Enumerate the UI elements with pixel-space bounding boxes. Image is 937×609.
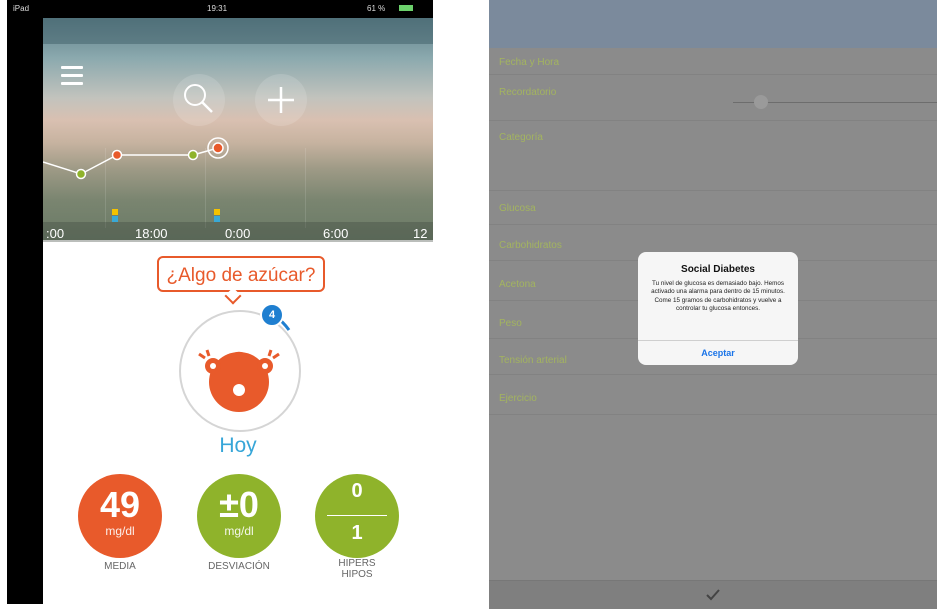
media-value: 49 [99,484,141,525]
mascot-icon[interactable] [179,310,301,432]
hamburger-menu-icon[interactable] [61,66,83,86]
checkmark-icon[interactable] [705,588,721,602]
current-reading-point[interactable] [212,142,224,154]
alert-message: Tu nivel de glucosa es demasiado bajo. H… [651,280,785,313]
desviacion-value: ±0 [219,484,259,525]
timeline-label: 12 [413,226,428,241]
glucose-graph-header: :00 18:00 0:00 6:00 12 [43,18,433,242]
notification-badge[interactable]: 4 [260,303,284,327]
event-marker[interactable] [112,209,118,215]
media-unit: mg/dl [105,524,135,538]
low-glucose-alert: Social Diabetes Tu nivel de glucosa es d… [638,252,798,365]
navigation-bar [489,0,937,48]
hipers-value: 0 [351,480,363,502]
form-label-categoria[interactable]: Categoría [499,132,543,143]
form-label-fecha[interactable]: Fecha y Hora [499,57,559,68]
today-label[interactable]: Hoy [43,434,433,458]
status-time: 19:31 [207,4,228,13]
alert-title: Social Diabetes [681,264,755,275]
plus-icon [268,87,294,113]
search-button[interactable] [173,74,225,126]
media-label: MEDIA [104,561,136,572]
right-screen: Fecha y Hora Recordatorio Categoría Gluc… [489,0,937,609]
hipers-hipos-stat[interactable]: 0 1 [315,474,399,558]
battery-icon [399,5,413,11]
form-label-carbohidratos[interactable]: Carbohidratos [499,240,562,251]
form-label-acetona[interactable]: Acetona [499,279,536,290]
desviacion-unit: mg/dl [224,524,254,538]
reading-point[interactable] [111,149,123,161]
hipers-label: HIPERS [338,558,376,569]
form-label-glucosa[interactable]: Glucosa [499,203,536,214]
hipers-hipos-label: HIPERS HIPOS [307,558,407,580]
desviacion-stat[interactable]: ±0 mg/dl [197,474,281,558]
sugar-prompt-bubble[interactable]: ¿Algo de azúcar? [157,256,325,292]
form-label-ejercicio[interactable]: Ejercicio [499,393,537,404]
bottom-toolbar [489,580,937,609]
timeline-label: 18:00 [135,226,168,241]
device-label: iPad [13,4,30,13]
slider-knob[interactable] [754,95,768,109]
glucose-line [43,137,229,180]
app-screen: :00 18:00 0:00 6:00 12 ¿Algo de azúcar? … [43,18,433,604]
header-strip [43,18,433,44]
hipos-label: HIPOS [341,569,373,580]
form-label-peso[interactable]: Peso [499,318,522,329]
reading-point[interactable] [75,168,87,180]
timeline-label: 6:00 [323,226,349,241]
battery-level: 61 % [367,4,386,13]
media-stat[interactable]: 49 mg/dl [78,474,162,558]
form-label-recordatorio[interactable]: Recordatorio [499,87,556,98]
timeline-label: 0:00 [225,226,251,241]
status-bar: iPad 19:31 61 % [7,0,433,16]
reading-point[interactable] [187,149,199,161]
form-label-tension[interactable]: Tensión arterial [499,355,567,366]
timeline-label: :00 [46,226,65,241]
desviacion-label: DESVIACIÓN [208,561,270,572]
add-button[interactable] [255,74,307,126]
hipos-value: 1 [351,522,363,544]
event-marker[interactable] [214,209,220,215]
search-icon [184,84,213,113]
accept-button[interactable]: Aceptar [638,341,798,365]
left-screen: iPad 19:31 61 %:00 18:00 0:00 6:00 12 ¿… [7,0,433,604]
